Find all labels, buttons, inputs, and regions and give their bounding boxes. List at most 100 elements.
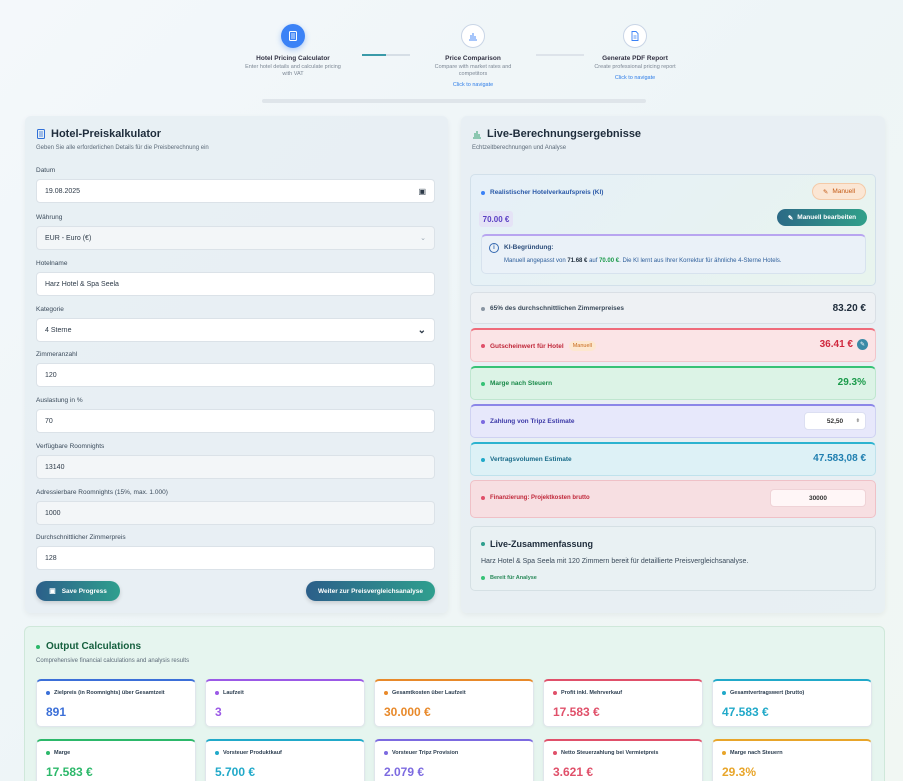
ki-price-card: Realistischer Hotelverkaufspreis (KI) ✎ M… [470,174,876,286]
bar-chart-icon [473,131,481,139]
step-pdf-report[interactable]: Generate PDF Report Create professional … [570,24,700,81]
avg-room-price-field: Durchschnittlicher Zimmerpreis 128 [36,534,435,570]
result-row-65-percent: 65% des durchschnittlichen Zimmerpreises… [470,292,876,324]
date-field: Datum 19.08.2025 ▣ [36,167,435,203]
output-card-label: Gesamtvertragswert (brutto) [722,690,804,696]
hotel-name-field: Hotelname Harz Hotel & Spa Seela [36,260,435,296]
save-progress-button[interactable]: ▣ Save Progress [36,581,120,601]
hotel-name-input[interactable]: Harz Hotel & Spa Seela [36,272,435,296]
chevron-down-icon: ⌄ [417,324,426,336]
output-card-value: 5.700 € [215,765,256,779]
currency-field: Währung EUR - Euro (€) ⌄ [36,214,435,250]
output-card: Profit inkl. Mehrverkauf 17.583 € [543,679,703,727]
room-count-field: Zimmeranzahl 120 [36,351,435,387]
output-card: Marge nach Steuern 29.3% [712,739,872,781]
progress-stepper: Hotel Pricing Calculator Enter hotel det… [228,24,688,104]
output-card-label: Laufzeit [215,690,244,696]
ki-price-label: Realistischer Hotelverkaufspreis (KI) [490,189,604,196]
summary-title: Live-Zusammenfassung [490,539,594,549]
output-card-value: 17.583 € [553,705,600,719]
spinner-icon[interactable]: ⬍ [856,418,860,424]
chevron-down-icon: ⌄ [420,235,426,242]
output-card-label: Gesamtkosten über Laufzeit [384,690,466,696]
occupancy-field: Auslastung in % 70 [36,397,435,433]
calendar-icon[interactable]: ▣ [418,187,426,196]
output-card: Gesamtkosten über Laufzeit 30.000 € [374,679,534,727]
stepper-connector [362,54,410,56]
category-field: Kategorie 4 Sterne ⌄ [36,306,435,342]
output-card-label: Netto Steuerzahlung bei Vermietpreis [553,750,659,756]
result-value: 47.583,08 € [813,453,866,464]
calculator-icon [37,129,45,139]
financing-input[interactable]: 30000 [770,489,866,507]
step-title: Hotel Pricing Calculator [256,55,330,62]
hotel-form-panel: Hotel-Preiskalkulator Geben Sie alle erf… [25,116,448,613]
occupancy-input[interactable]: 70 [36,409,435,433]
output-calculations-panel: Output Calculations Comprehensive financ… [24,626,885,781]
bar-chart-icon [461,24,485,48]
ki-reasoning-text: Manuell angepasst von 71.68 € auf 70.00 … [504,258,782,264]
output-card-value: 891 [46,705,67,719]
available-roomnights-input: 13140 [36,455,435,479]
ki-price-value: 70.00 € [479,211,513,227]
result-row-voucher: Gutscheinwert für Hotel Manuell 36.41 € ✎ [470,328,876,362]
output-card-value: 3 [215,705,222,719]
output-card: Marge 17.583 € [36,739,196,781]
edit-icon[interactable]: ✎ [857,339,868,350]
step-desc: Compare with market rates and competitor… [434,64,512,77]
summary-status: Bereit für Analyse [490,575,537,581]
ki-reasoning-box: i KI-Begründung: Manuell angepasst von 7… [481,234,866,274]
output-card-value: 29.3% [722,765,757,779]
step-link[interactable]: Click to navigate [570,75,700,81]
step-desc: Enter hotel details and calculate pricin… [245,64,341,77]
live-summary-card: Live-Zusammenfassung Harz Hotel & Spa Se… [470,526,876,591]
output-title: Output Calculations [36,641,141,652]
output-card-value: 30.000 € [384,705,431,719]
step-price-comparison[interactable]: Price Comparison Compare with market rat… [408,24,538,88]
continue-analysis-button[interactable]: Weiter zur Preisvergleichsanalyse [306,581,435,601]
currency-select[interactable]: EUR - Euro (€) ⌄ [36,226,435,250]
output-card-value: 47.583 € [722,705,769,719]
step-title: Generate PDF Report [602,55,668,62]
date-input[interactable]: 19.08.2025 ▣ [36,179,435,203]
output-card: Netto Steuerzahlung bei Vermietpreis 3.62… [543,739,703,781]
tripz-payment-input[interactable]: 52,50 ⬍ [804,412,866,430]
pencil-icon: ✎ [787,214,794,222]
output-card-value: 3.621 € [553,765,594,779]
summary-text: Harz Hotel & Spa Seela mit 120 Zimmern b… [481,558,749,565]
step-title: Price Comparison [445,55,501,62]
addressable-roomnights-field: Adressierbare Roomnights (15%, max. 1.00… [36,489,435,525]
pencil-icon: ✎ [822,188,829,196]
output-card-label: Vorsteuer Produktkauf [215,750,282,756]
step-hotel-pricing[interactable]: Hotel Pricing Calculator Enter hotel det… [228,24,358,78]
result-row-margin: Marge nach Steuern 29.3% [470,366,876,400]
output-card: Vorsteuer Produktkauf 5.700 € [205,739,365,781]
manual-tag: Manuell [568,341,596,351]
room-count-input[interactable]: 120 [36,363,435,387]
result-value: 36.41 € [819,339,853,350]
manual-edit-button[interactable]: ✎ Manuell bearbeiten [777,209,867,226]
step-link[interactable]: Click to navigate [408,82,538,88]
manual-badge[interactable]: ✎ Manuell [812,183,866,200]
available-roomnights-field: Verfügbare Roomnights 13140 [36,443,435,479]
save-icon: ▣ [49,588,56,595]
form-subtitle: Geben Sie alle erforderlichen Details fü… [36,145,209,151]
output-card: Zielpreis (in Roomnights) über Gesamtzei… [36,679,196,727]
form-title: Hotel-Preiskalkulator [36,128,161,140]
calculator-icon [281,24,305,48]
output-card: Vorsteuer Tripz Provision 2.079 € [374,739,534,781]
output-card-label: Vorsteuer Tripz Provision [384,750,458,756]
info-icon: i [489,243,499,253]
output-card-label: Marge [46,750,70,756]
output-card: Laufzeit 3 [205,679,365,727]
result-value: 83.20 € [832,303,866,314]
output-card-value: 17.583 € [46,765,93,779]
results-subtitle: Echtzeitberechnungen und Analyse [472,145,567,151]
result-row-tripz-payment: Zahlung von Tripz Estimate 52,50 ⬍ [470,404,876,438]
ki-reasoning-title: KI-Begründung: [504,244,554,251]
result-row-financing: Finanzierung: Projektkosten brutto 30000 [470,480,876,518]
live-results-panel: Live-Berechnungsergebnisse Echtzeitberec… [461,116,885,613]
output-card-label: Marge nach Steuern [722,750,783,756]
category-select[interactable]: 4 Sterne ⌄ [36,318,435,342]
avg-room-price-input[interactable]: 128 [36,546,435,570]
